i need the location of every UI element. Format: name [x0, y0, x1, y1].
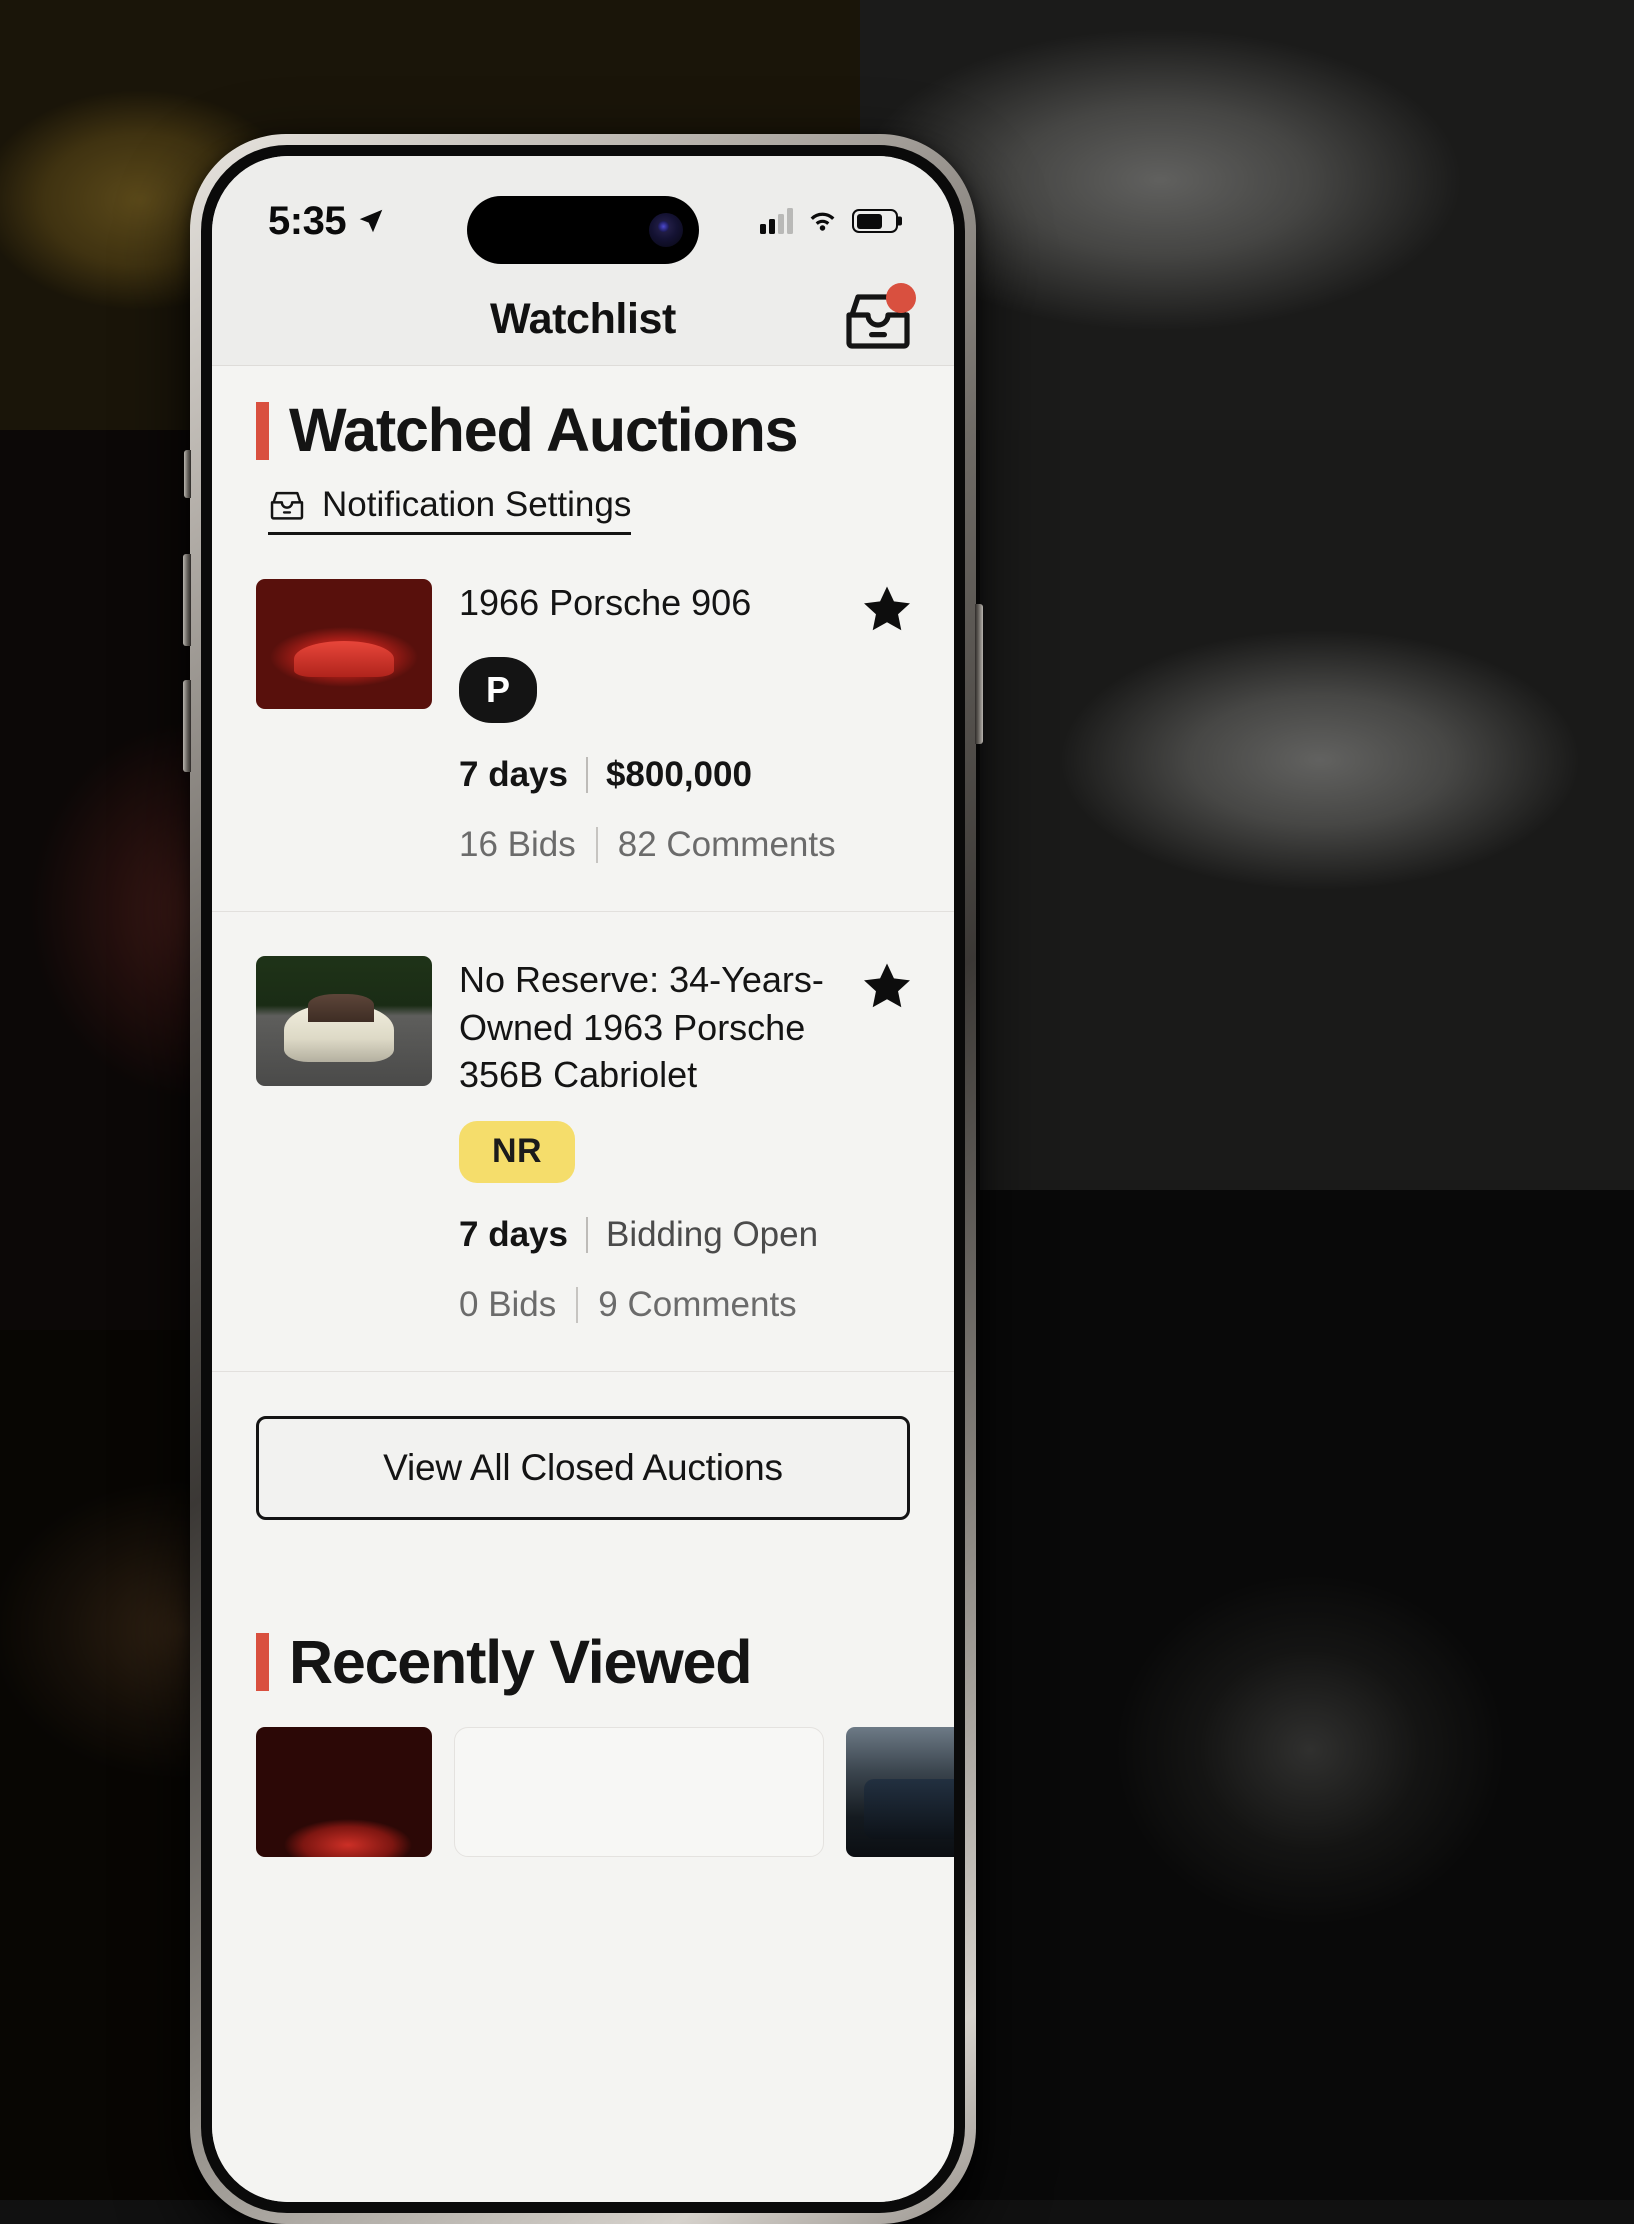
- navigation-bar: Watchlist: [212, 274, 954, 366]
- phone-screen: 5:35: [212, 156, 954, 2202]
- auction-meta-primary: 7 days Bidding Open: [459, 1215, 914, 1255]
- watched-auctions-header: Watched Auctions: [212, 366, 954, 461]
- auction-list-item[interactable]: 1966 Porsche 906 P 7 days $800,000: [212, 535, 954, 912]
- auction-comment-count: 9 Comments: [598, 1285, 796, 1325]
- notification-settings-link[interactable]: Notification Settings: [268, 485, 631, 535]
- volume-down-button[interactable]: [183, 680, 191, 772]
- meta-divider: [586, 757, 588, 793]
- recently-viewed-card[interactable]: [846, 1727, 954, 1857]
- recently-viewed-header: Recently Viewed: [212, 1520, 954, 1693]
- phone-bezel: 5:35: [201, 145, 965, 2213]
- auction-thumbnail[interactable]: [256, 579, 432, 709]
- auction-badge-premium: P: [459, 657, 537, 723]
- auction-meta-secondary: 0 Bids 9 Comments: [459, 1285, 914, 1325]
- meta-divider: [576, 1287, 578, 1323]
- view-all-closed-auctions-button[interactable]: View All Closed Auctions: [256, 1416, 910, 1520]
- auction-list-item[interactable]: No Reserve: 34-Years-Owned 1963 Porsche …: [212, 912, 954, 1372]
- watched-auctions-title: Watched Auctions: [289, 400, 797, 461]
- recently-viewed-card[interactable]: [454, 1727, 824, 1857]
- auction-status: Bidding Open: [606, 1215, 818, 1255]
- auction-meta-secondary: 16 Bids 82 Comments: [459, 825, 914, 865]
- star-filled-icon[interactable]: [860, 960, 914, 1012]
- battery-icon: [852, 209, 898, 233]
- bg-tile-top-right: [860, 0, 1634, 430]
- auction-title[interactable]: 1966 Porsche 906: [459, 579, 844, 627]
- inbox-button[interactable]: [842, 289, 914, 351]
- auction-details: No Reserve: 34-Years-Owned 1963 Porsche …: [459, 956, 914, 1325]
- status-bar-time: 5:35: [268, 199, 346, 244]
- meta-divider: [596, 827, 598, 863]
- auction-title-row: No Reserve: 34-Years-Owned 1963 Porsche …: [459, 956, 914, 1099]
- auction-bid-count: 16 Bids: [459, 825, 576, 865]
- section-accent-bar: [256, 1633, 269, 1691]
- closed-auctions-button-wrap: View All Closed Auctions: [212, 1372, 954, 1520]
- bg-tile-mid-right: [980, 430, 1634, 1190]
- front-camera-icon: [649, 213, 683, 247]
- auction-thumbnail[interactable]: [256, 956, 432, 1086]
- auction-time-left: 7 days: [459, 1215, 568, 1255]
- scroll-content[interactable]: Watched Auctions Notification Settings: [212, 366, 954, 2202]
- status-bar: 5:35: [212, 156, 954, 274]
- auction-meta-primary: 7 days $800,000: [459, 755, 914, 795]
- dynamic-island: [467, 196, 699, 264]
- inbox-notification-badge: [886, 283, 916, 313]
- auction-title[interactable]: No Reserve: 34-Years-Owned 1963 Porsche …: [459, 956, 844, 1099]
- star-filled-icon[interactable]: [860, 583, 914, 635]
- auction-current-bid: $800,000: [606, 755, 752, 795]
- silent-switch[interactable]: [184, 450, 191, 498]
- auction-bid-count: 0 Bids: [459, 1285, 556, 1325]
- page-title: Watchlist: [490, 295, 676, 344]
- auction-details: 1966 Porsche 906 P 7 days $800,000: [459, 579, 914, 865]
- status-bar-left: 5:35: [268, 187, 386, 244]
- notification-settings-label: Notification Settings: [322, 485, 631, 525]
- cellular-signal-icon: [760, 208, 793, 234]
- recently-viewed-card[interactable]: [256, 1727, 432, 1857]
- location-arrow-icon: [356, 206, 386, 236]
- wifi-icon: [806, 208, 839, 234]
- inbox-tray-icon: [268, 489, 306, 521]
- phone-device-frame: 5:35: [190, 134, 976, 2224]
- status-bar-right: [760, 196, 898, 234]
- meta-divider: [586, 1217, 588, 1253]
- section-accent-bar: [256, 402, 269, 460]
- recently-viewed-title: Recently Viewed: [289, 1632, 751, 1693]
- bg-tile-bottom-right: [980, 1190, 1634, 2200]
- auction-badge-no-reserve: NR: [459, 1121, 575, 1183]
- recently-viewed-carousel[interactable]: [212, 1693, 954, 1857]
- auction-title-row: 1966 Porsche 906: [459, 579, 914, 635]
- power-button[interactable]: [975, 604, 983, 744]
- volume-up-button[interactable]: [183, 554, 191, 646]
- auction-time-left: 7 days: [459, 755, 568, 795]
- auction-comment-count: 82 Comments: [618, 825, 836, 865]
